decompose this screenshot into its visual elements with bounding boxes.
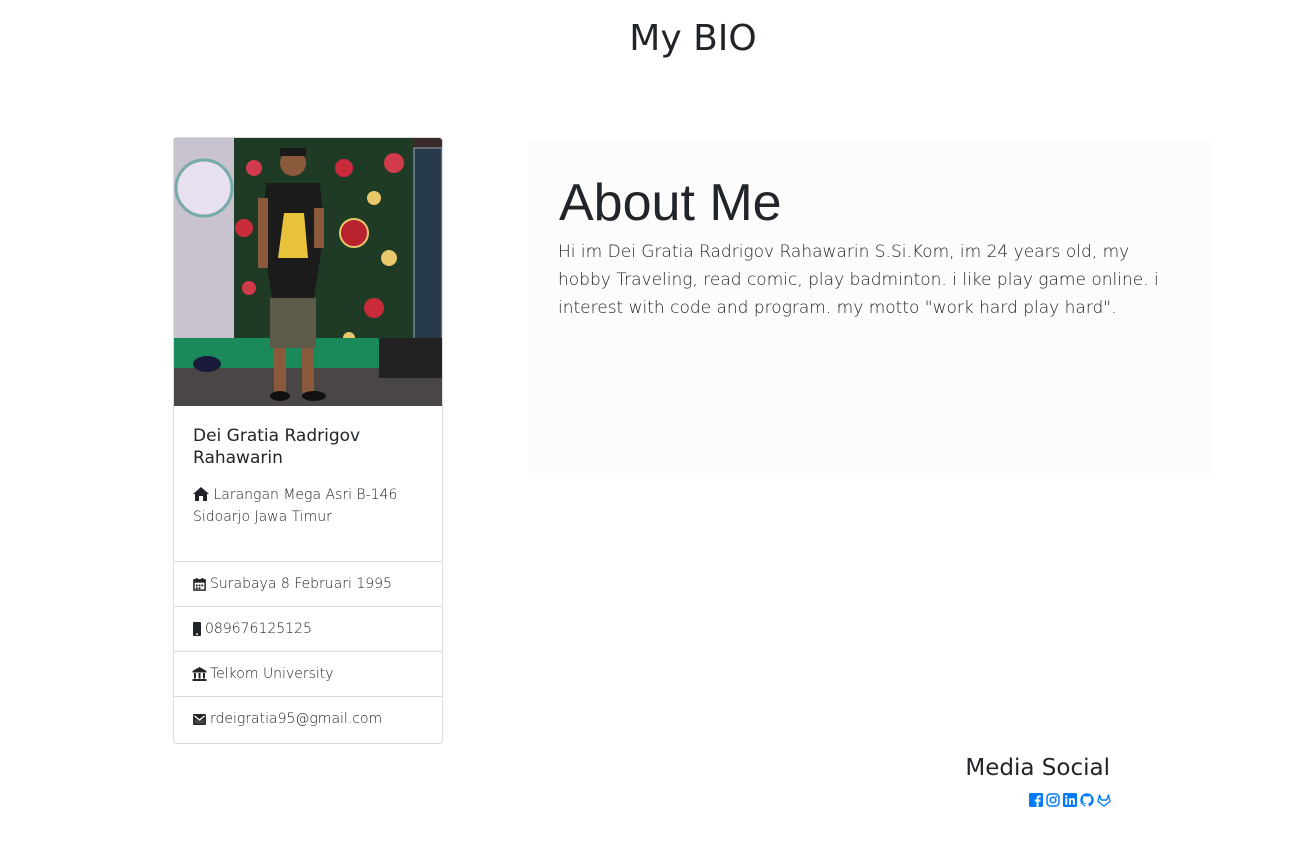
github-icon[interactable] <box>1080 793 1094 807</box>
address-line-1: Larangan Mega Asri B-146 <box>213 487 398 503</box>
email-text[interactable]: rdeigratia95@gmail.com <box>210 711 382 727</box>
about-title: About Me <box>559 174 782 232</box>
profile-photo <box>174 138 442 406</box>
university-icon <box>192 667 207 682</box>
linkedin-icon[interactable] <box>1063 793 1077 807</box>
calendar-icon <box>192 577 207 592</box>
about-section: About Me Hi im Dei Gratia Radrigov Rahaw… <box>528 141 1211 474</box>
envelope-icon <box>192 712 207 727</box>
instagram-icon[interactable] <box>1046 793 1060 807</box>
social-links <box>1020 793 1111 809</box>
profile-details-list: Surabaya 8 Februari 1995 089676125125 Te… <box>174 561 442 741</box>
birth-text: Surabaya 8 Februari 1995 <box>210 576 392 592</box>
about-text: Hi im Dei Gratia Radrigov Rahawarin S.Si… <box>558 242 1159 318</box>
page-title: My BIO <box>629 18 757 59</box>
address-line-2: Sidoarjo Jawa Timur <box>193 509 332 525</box>
university-text: Telkom University <box>210 666 334 682</box>
list-item-university: Telkom University <box>174 651 442 696</box>
profile-address: Larangan Mega Asri B-146 Sidoarjo Jawa T… <box>193 484 433 528</box>
list-item-email[interactable]: rdeigratia95@gmail.com <box>174 696 442 741</box>
facebook-icon[interactable] <box>1029 793 1043 807</box>
gitlab-icon[interactable] <box>1097 793 1111 807</box>
profile-card: Dei Gratia Radrigov Rahawarin Larangan M… <box>173 137 443 744</box>
list-item-birth: Surabaya 8 Februari 1995 <box>174 561 442 606</box>
list-item-phone: 089676125125 <box>174 606 442 651</box>
phone-text: 089676125125 <box>205 621 312 637</box>
home-icon <box>193 486 209 501</box>
profile-name: Dei Gratia Radrigov Rahawarin <box>193 426 361 468</box>
mobile-phone-icon <box>192 622 202 637</box>
social-title: Media Social <box>965 755 1110 781</box>
